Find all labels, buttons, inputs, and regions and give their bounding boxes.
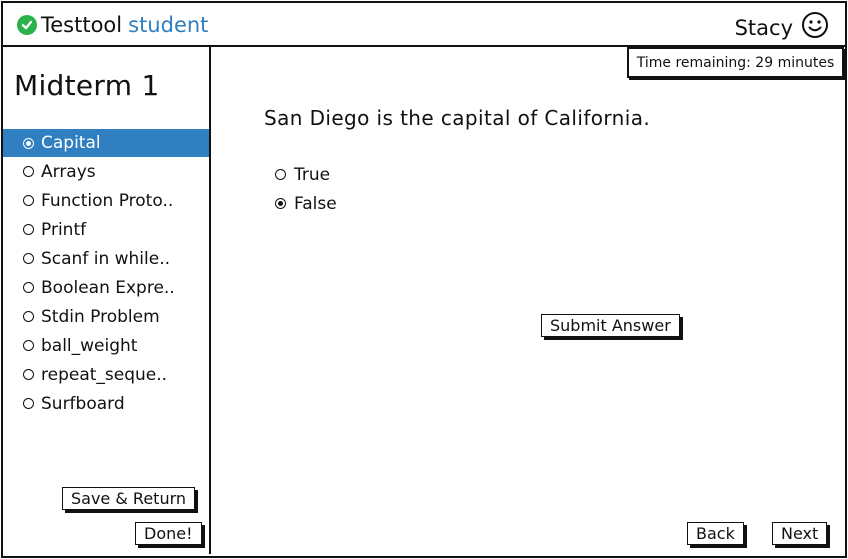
question-item[interactable]: Capital [3,129,209,157]
radio-icon [23,369,34,380]
radio-icon [23,340,34,351]
question-item[interactable]: Printf [3,215,209,244]
question-item-label: Function Proto.. [41,190,174,211]
done-button[interactable]: Done! [135,522,202,545]
back-button[interactable]: Back [687,522,744,545]
brand-logo: Testtool student [17,12,208,38]
check-circle-icon [17,15,37,35]
question-item-label: Scanf in while.. [41,248,171,269]
question-item[interactable]: ball_weight [3,331,209,360]
question-list: Capital Arrays Function Proto.. Printf Scanf… [3,129,209,418]
question-item-label: Capital [41,133,101,153]
radio-icon [23,398,34,409]
answer-option[interactable]: True [275,160,337,189]
question-item[interactable]: Surfboard [3,389,209,418]
answer-option-label: False [294,193,337,214]
radio-icon [23,166,34,177]
radio-icon [23,224,34,235]
brand-name: Testtool [41,13,123,37]
question-item-label: Boolean Expre.. [41,277,175,298]
question-item[interactable]: Arrays [3,157,209,186]
answer-options: True False [275,160,337,218]
question-sidebar: Midterm 1 Capital Arrays Function Proto.. P… [3,47,211,554]
user-name: Stacy [734,15,793,40]
radio-icon[interactable] [275,198,286,209]
next-button[interactable]: Next [772,522,828,545]
question-item-label: ball_weight [41,335,138,356]
question-item[interactable]: Stdin Problem [3,302,209,331]
app-header: Testtool student Stacy [3,3,845,47]
question-item-label: Printf [41,219,87,240]
submit-answer-button[interactable]: Submit Answer [541,314,680,337]
radio-icon [23,311,34,322]
question-item[interactable]: Function Proto.. [3,186,209,215]
radio-icon [23,282,34,293]
smiley-icon [801,11,829,44]
question-item[interactable]: Scanf in while.. [3,244,209,273]
question-item-label: Surfboard [41,393,125,414]
question-item[interactable]: repeat_seque.. [3,360,209,389]
user-menu[interactable]: Stacy [735,11,829,44]
question-text: San Diego is the capital of California. [264,106,651,130]
save-return-button[interactable]: Save & Return [62,487,196,510]
brand-accent: student [128,13,209,37]
exam-title: Midterm 1 [14,69,160,102]
radio-icon [23,253,34,264]
radio-icon[interactable] [275,169,286,180]
radio-icon [23,195,34,206]
answer-option[interactable]: False [275,189,337,218]
question-item-label: Arrays [41,161,96,182]
answer-option-label: True [294,164,331,185]
question-item-label: Stdin Problem [41,306,160,327]
question-item[interactable]: Boolean Expre.. [3,273,209,302]
radio-icon [23,137,34,149]
question-item-label: repeat_seque.. [41,364,168,385]
time-remaining: Time remaining: 29 minutes [627,47,844,78]
